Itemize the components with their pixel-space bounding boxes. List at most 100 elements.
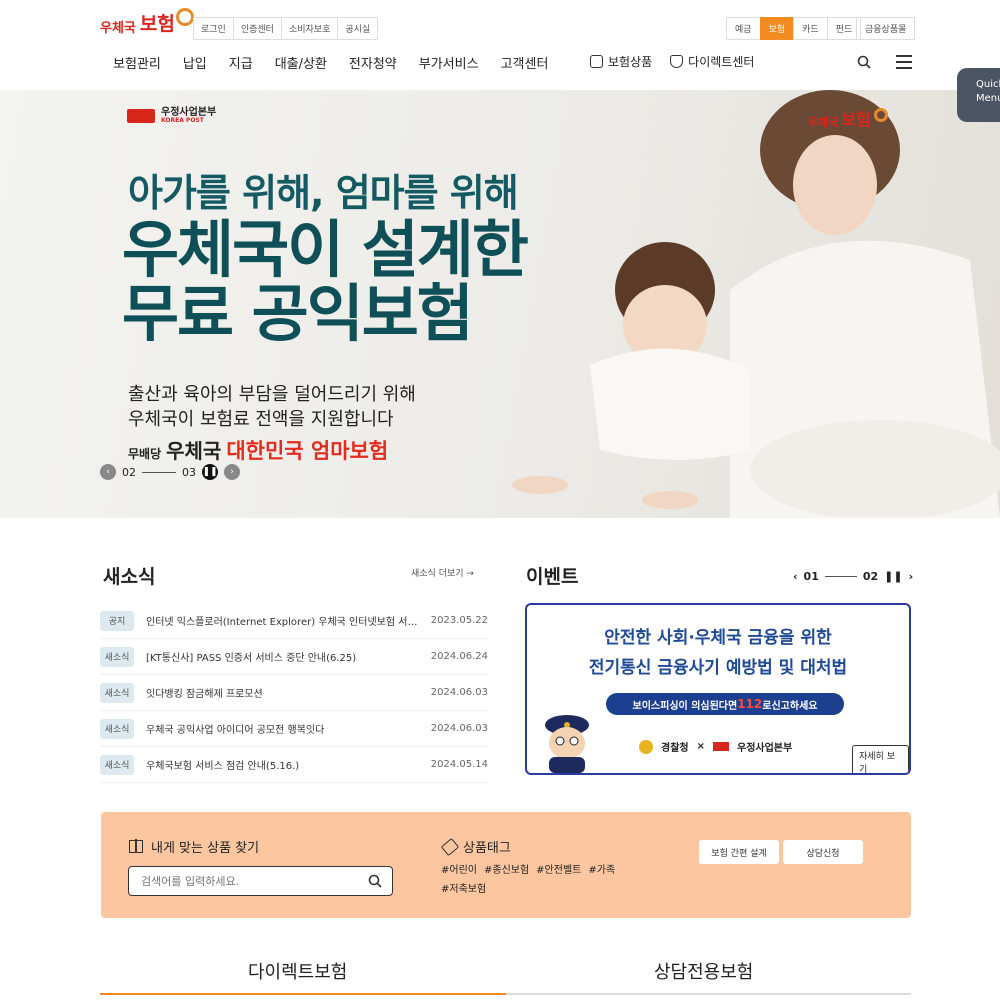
banner-pager: ‹ 02 03 ❚❚ › [100,464,240,480]
finder-label: 내게 맞는 상품 찾기 [129,837,259,856]
banner-current-page: 02 [122,465,136,479]
nav-payment[interactable]: 납입 [183,53,207,72]
logo-small-text: 우체국 [100,21,136,36]
banner-logo-big: 보험 [841,110,871,129]
arrow-right-icon: → [466,569,474,579]
nav-e-subscription[interactable]: 전자청약 [349,53,397,72]
news-date: 2024.05.14 [430,759,488,770]
banner-sub-line2: 우체국이 보험료 전액을 지원합니다 [128,409,394,431]
pause-icon[interactable]: ❚❚ [884,570,902,583]
page: 우체국 보험 로그인 인증센터 소비자보호 공시실 예금 보험 카드 펀드 금융… [0,0,1000,1000]
nav-customer-center[interactable]: 고객센터 [501,53,549,72]
banner-sub-line1: 출산과 육아의 부담을 덜어드리기 위해 [128,384,416,405]
disclosure-link[interactable]: 공시실 [337,17,379,40]
nav-extra-service[interactable]: 부가서비스 [419,53,479,72]
news-date: 2024.06.03 [430,687,488,698]
service-segments: 예금 보험 카드 펀드 [726,17,862,40]
consult-request-button[interactable]: 상담신청 [783,840,863,864]
banner-logo-flower-icon [873,108,888,122]
nav-direct-center-label: 다이렉트센터 [688,55,755,69]
product-finder: 내게 맞는 상품 찾기 상품태그 #어린이 #종신보험 #안전벨트 #가족 #저… [101,812,911,918]
nav-claim[interactable]: 지급 [229,53,253,72]
hamburger-menu-icon[interactable] [896,55,912,69]
segment-deposit[interactable]: 예금 [726,17,761,40]
korea-post-logo: 우정사업본부 KOREA POST [127,107,216,125]
product-tag[interactable]: #저축보험 [441,881,486,900]
bag-icon [590,55,603,68]
event-logos: 경찰청 × 우정사업본부 [639,739,792,754]
banner-logo-small: 우체국 [808,116,839,129]
nav-direct-center[interactable]: 다이렉트센터 [670,53,754,70]
korea-post-mark-icon [713,742,729,751]
event-card[interactable]: 안전한 사회·우체국 금융을 위한 전기통신 금융사기 예방법 및 대처법 보이… [525,603,911,775]
brand-logo[interactable]: 우체국 보험 [100,8,194,36]
event-current-page: 01 [803,570,819,583]
news-text: 잇다뱅킹 잠금해제 프로모션 [146,689,263,700]
tab-underline [100,993,911,995]
consumer-protection-link[interactable]: 소비자보호 [280,17,339,40]
product-tag[interactable]: #종신보험 [484,862,529,881]
product-tag[interactable]: #안전벨트 [536,862,581,881]
banner-prev-button[interactable]: ‹ [100,464,116,480]
nav-insurance-manage[interactable]: 보험관리 [113,53,161,72]
news-item[interactable]: 새소식 우체국 공익사업 아이디어 공모전 행복잇다 2024.06.03 [100,711,488,747]
tab-consult-insurance[interactable]: 상담전용보험 [654,958,753,984]
quick-menu[interactable]: Quick Menu [957,68,1000,122]
logo-big-text: 보험 [139,13,175,35]
banner-title-line2: 무료 공익보험 [122,276,474,350]
police-mascot-icon [545,715,589,773]
segment-insurance[interactable]: 보험 [759,17,795,40]
banner-subtext: 출산과 육아의 부담을 덜어드리기 위해 우체국이 보험료 전액을 지원합니다 [128,382,416,432]
police-label: 경찰청 [661,743,689,754]
news-tag: 공지 [100,610,134,631]
news-date: 2023.05.22 [430,615,488,626]
nav-loan[interactable]: 대출/상환 [275,53,327,72]
nav-products-label: 보험상품 [608,55,653,69]
util-links: 로그인 인증센터 소비자보호 공시실 [193,17,379,40]
banner-next-button[interactable]: › [224,464,240,480]
event-band-number: 112 [737,697,763,711]
banner-next-page: 03 [182,465,196,479]
pager-divider [824,576,857,577]
news-item[interactable]: 새소식 우체국보험 서비스 점검 안내(5.16.) 2024.05.14 [100,747,488,783]
product-search-input[interactable] [128,866,393,896]
event-band: 보이스피싱이 의심된다면 112 로신고하세요 [606,693,844,715]
tab-direct-insurance[interactable]: 다이렉트보험 [248,958,347,984]
chevron-left-icon[interactable]: ‹ [793,570,798,583]
news-tag: 새소식 [100,718,134,739]
easy-design-button[interactable]: 보험 간편 설계 [699,840,779,864]
event-detail-button[interactable]: 자세히 보기 [852,745,909,773]
product-tag[interactable]: #가족 [588,862,615,881]
tag-label: 상품태그 [440,837,511,856]
login-link[interactable]: 로그인 [193,17,234,40]
news-text: 인터넷 익스플로러(Internet Explorer) 우체국 인터넷보험 서… [146,617,428,628]
news-tag: 새소식 [100,682,134,703]
news-text: [KT통신사] PASS 인증서 서비스 중단 안내(6.25) [146,653,357,664]
event-line1: 안전한 사회·우체국 금융을 위한 [604,628,832,648]
product-tag[interactable]: #어린이 [441,862,477,881]
finance-mall-link[interactable]: 금융상품몰 [856,17,916,40]
police-emblem-icon [639,739,653,754]
chevron-right-icon[interactable]: › [909,570,914,583]
banner-pause-button[interactable]: ❚❚ [202,464,218,480]
news-tag: 새소식 [100,754,134,775]
news-item[interactable]: 새소식 잇다뱅킹 잠금해제 프로모션 2024.06.03 [100,675,488,711]
promo-brand: 우체국 [166,439,222,463]
product-tags: #어린이 #종신보험 #안전벨트 #가족 #저축보험 [441,862,631,899]
news-title: 새소식 [103,566,156,588]
search-icon[interactable] [857,55,871,69]
news-more-link[interactable]: 새소식 더보기 → [411,566,474,579]
tag-label-text: 상품태그 [463,841,511,856]
nav-products[interactable]: 보험상품 [590,53,652,70]
event-band-post: 로신고하세요 [762,700,818,712]
segment-card[interactable]: 카드 [793,17,828,40]
news-item[interactable]: 공지 인터넷 익스플로러(Internet Explorer) 우체국 인터넷보… [100,603,488,639]
news-date: 2024.06.24 [430,651,488,662]
cert-center-link[interactable]: 인증센터 [232,17,282,40]
hero-banner[interactable]: 우정사업본부 KOREA POST 우체국 보험 아가를 위해, 엄마를 위해 … [0,90,1000,518]
quick-menu-line1: Quick [976,79,1000,90]
org-en: KOREA POST [161,117,204,124]
search-icon[interactable] [368,874,382,888]
news-item[interactable]: 새소식 [KT통신사] PASS 인증서 서비스 중단 안내(6.25) 202… [100,639,488,675]
tag-icon [440,837,460,856]
